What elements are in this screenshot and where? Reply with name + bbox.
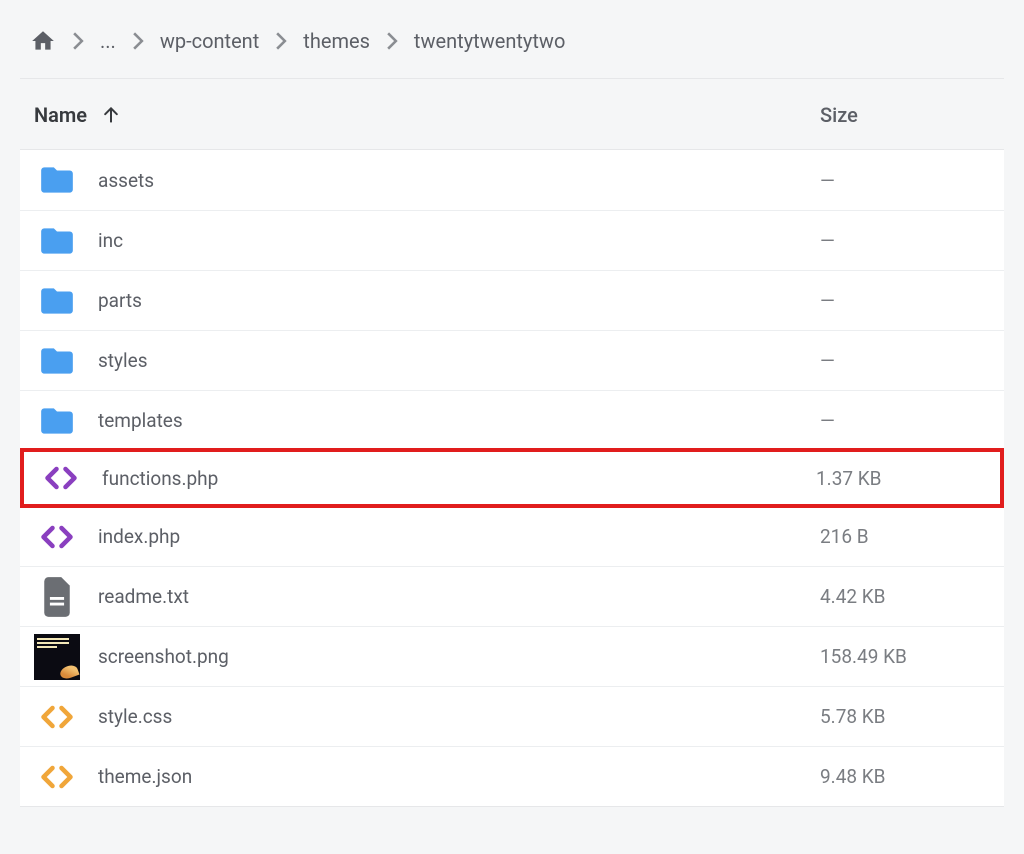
file-size: — xyxy=(820,289,990,312)
file-row[interactable]: functions.php1.37 KB xyxy=(20,448,1004,508)
column-header-size[interactable]: Size xyxy=(820,103,990,127)
folder-icon xyxy=(34,218,80,264)
file-size: 4.42 KB xyxy=(820,585,990,608)
breadcrumb: ... wp-content themes twentytwentytwo xyxy=(20,0,1004,79)
file-size: 9.48 KB xyxy=(820,765,990,788)
breadcrumb-item-wp-content[interactable]: wp-content xyxy=(160,29,259,53)
breadcrumb-item-themes[interactable]: themes xyxy=(303,29,370,53)
code-purple-icon xyxy=(38,455,84,501)
file-row[interactable]: inc— xyxy=(20,210,1004,270)
sort-ascending-icon xyxy=(101,105,121,125)
file-name: index.php xyxy=(98,525,820,548)
code-orange-icon xyxy=(34,694,80,740)
chevron-right-icon xyxy=(386,32,398,50)
file-row[interactable]: index.php216 B xyxy=(20,506,1004,566)
table-header: Name Size xyxy=(20,79,1004,149)
file-name: templates xyxy=(98,409,820,432)
folder-icon xyxy=(34,398,80,444)
breadcrumb-ellipsis[interactable]: ... xyxy=(100,29,116,53)
file-row[interactable]: assets— xyxy=(20,150,1004,210)
chevron-right-icon xyxy=(132,32,144,50)
file-name: screenshot.png xyxy=(98,645,820,668)
file-name: style.css xyxy=(98,705,820,728)
file-size: — xyxy=(820,169,990,192)
file-row[interactable]: styles— xyxy=(20,330,1004,390)
column-size-label: Size xyxy=(820,103,858,127)
file-name: parts xyxy=(98,289,820,312)
breadcrumb-item-current[interactable]: twentytwentytwo xyxy=(414,29,565,53)
file-row[interactable]: screenshot.png158.49 KB xyxy=(20,626,1004,686)
file-row[interactable]: style.css5.78 KB xyxy=(20,686,1004,746)
text-icon xyxy=(34,574,80,620)
file-size: — xyxy=(820,349,990,372)
file-name: theme.json xyxy=(98,765,820,788)
file-row[interactable]: theme.json9.48 KB xyxy=(20,746,1004,806)
file-list: assets— inc— parts— styles— templates— f… xyxy=(20,149,1004,807)
column-name-label: Name xyxy=(34,103,87,127)
code-purple-icon xyxy=(34,514,80,560)
home-icon[interactable] xyxy=(30,28,56,54)
file-row[interactable]: parts— xyxy=(20,270,1004,330)
file-row[interactable]: templates— xyxy=(20,390,1004,450)
file-size: — xyxy=(820,409,990,432)
file-name: inc xyxy=(98,229,820,252)
chevron-right-icon xyxy=(72,32,84,50)
file-name: styles xyxy=(98,349,820,372)
image-icon xyxy=(34,634,80,680)
file-name: functions.php xyxy=(102,467,816,490)
file-row[interactable]: readme.txt4.42 KB xyxy=(20,566,1004,626)
column-header-name[interactable]: Name xyxy=(34,103,820,127)
code-orange-icon xyxy=(34,754,80,800)
file-size: 158.49 KB xyxy=(820,645,990,668)
file-size: 5.78 KB xyxy=(820,705,990,728)
folder-icon xyxy=(34,338,80,384)
chevron-right-icon xyxy=(275,32,287,50)
folder-icon xyxy=(34,278,80,324)
folder-icon xyxy=(34,157,80,203)
file-size: 1.37 KB xyxy=(816,467,986,490)
file-size: 216 B xyxy=(820,525,990,548)
file-size: — xyxy=(820,229,990,252)
file-name: assets xyxy=(98,169,820,192)
file-name: readme.txt xyxy=(98,585,820,608)
